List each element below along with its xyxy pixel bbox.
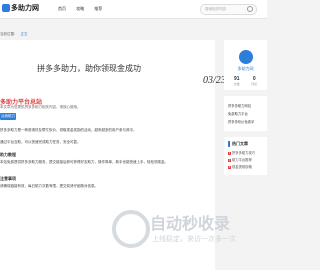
stat-articles: 91 文章 — [233, 76, 240, 86]
breadcrumb-tag[interactable]: 正文 — [21, 32, 28, 36]
avatar[interactable] — [238, 50, 253, 64]
watermark-slogan: 上线稳定，来访一次多一次 — [152, 236, 236, 243]
article-date: 03/23 — [203, 75, 226, 86]
top-bar: 多助力网 首页 攻略 推荐 搜索相关内容 — [0, 0, 267, 19]
search-input[interactable]: 搜索相关内容 — [200, 4, 257, 15]
rank-badge: 2 — [228, 159, 231, 162]
hot-item[interactable]: 1 拼多多助力技巧 — [228, 150, 263, 155]
main-nav: 首页 攻略 推荐 — [58, 6, 111, 12]
author-name[interactable]: 多助力网 — [228, 66, 263, 72]
section-heading: 注意事项 — [0, 176, 16, 181]
sidebar-link[interactable]: 拼多多砍价免费拿 — [228, 119, 263, 124]
hot-item[interactable]: 2 助力平台推荐 — [228, 157, 263, 162]
rank-badge: 3 — [228, 166, 231, 169]
article-paragraph: 本站免费提供拼多多助力服务，提交链接后即可获得好友助力，操作简单，新手也能快速上… — [0, 160, 168, 164]
watermark-brand: 自动秒收录 — [150, 216, 231, 233]
rank-badge: 1 — [228, 152, 231, 155]
watermark: 自动秒收录 上线稳定，来访一次多一次 — [112, 210, 262, 255]
stat-comments: 0 评论 — [251, 76, 258, 86]
hot-card: 热门文章 1 拼多多助力技巧 2 助力平台推荐 3 现金提现攻略 — [224, 137, 267, 175]
author-card: 多助力网 91 文章 0 评论 — [224, 40, 267, 90]
breadcrumb: 当前位置： 正文 — [0, 32, 28, 36]
site-logo[interactable]: 多助力网 — [2, 3, 39, 13]
article-meta: 本文章为您提供拼多多助力相关内容，请放心使用。 — [0, 105, 81, 109]
nav-guide[interactable]: 攻略 — [76, 6, 84, 11]
search-icon[interactable] — [247, 6, 253, 12]
hot-item[interactable]: 3 现金提现攻略 — [228, 164, 263, 169]
sidebar-link[interactable]: 拼多多助力网站 — [228, 103, 263, 108]
nav-home[interactable]: 首页 — [58, 6, 66, 11]
sidebar-link[interactable]: 免费助力平台 — [228, 111, 263, 116]
link-card: 拼多多助力网站 免费助力平台 拼多多砍价免费拿 — [224, 96, 267, 131]
section-heading: 助力教程 — [0, 152, 16, 157]
article-paragraph: 通过平台互助，可以快速完成助力任务，安全可靠。 — [0, 140, 81, 144]
article-title: 拼多多助力，助你领现金成功 — [37, 64, 141, 73]
article-paragraph: 拼多多助力是一种邀请好友帮忙砍价、领取现金奖励的活动，越来越多的用户参与其中。 — [0, 128, 137, 132]
article-paragraph: 请确保链接有效，每日助力次数有限，提交前请仔细核对信息。 — [0, 184, 98, 188]
title-banner: 拼多多助力，助你领现金成功 03/23 — [15, 45, 226, 130]
search-placeholder: 搜索相关内容 — [205, 7, 226, 11]
hot-heading: 热门文章 — [228, 141, 263, 147]
author-stats: 91 文章 0 评论 — [228, 76, 263, 86]
logo-icon — [2, 4, 10, 13]
nav-recommend[interactable]: 推荐 — [94, 6, 102, 11]
sidebar: 多助力网 91 文章 0 评论 拼多多助力网站 免费助力平台 拼多多砍价免费拿 热门… — [224, 40, 267, 181]
watermark-logo-icon — [112, 210, 150, 248]
help-button[interactable]: 点我助力 — [0, 113, 16, 120]
